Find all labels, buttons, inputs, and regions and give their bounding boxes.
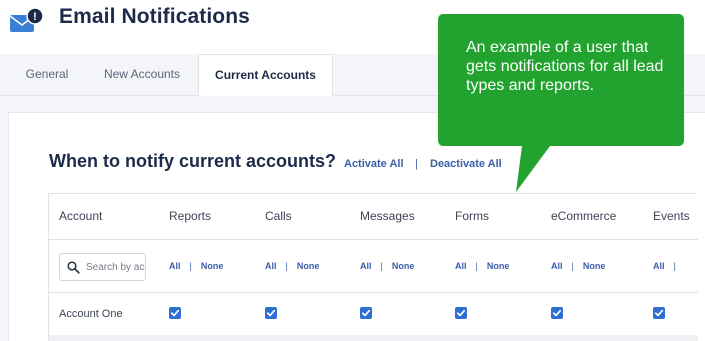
column-header-forms: Forms	[455, 209, 489, 223]
check-icon	[361, 309, 371, 317]
events-checkbox[interactable]	[653, 307, 665, 319]
forms-checkbox[interactable]	[455, 307, 467, 319]
messages-none-link[interactable]: None	[392, 261, 415, 271]
check-icon	[654, 309, 664, 317]
callout-text: An example of a user that gets notificat…	[466, 39, 664, 94]
link-separator: |	[415, 158, 418, 170]
toggle-separator: |	[673, 261, 676, 271]
column-header-events: Events	[653, 209, 690, 223]
column-header-calls: Calls	[265, 209, 292, 223]
ecommerce-none-link[interactable]: None	[583, 261, 606, 271]
table-row-account-name: Account One	[59, 308, 123, 320]
ecommerce-all-link[interactable]: All	[551, 261, 563, 271]
column-header-ecommerce: eCommerce	[551, 209, 617, 223]
check-icon	[456, 309, 466, 317]
column-header-account: Account	[59, 209, 103, 223]
section-title: When to notify current accounts?	[49, 151, 337, 171]
activate-all-link[interactable]: Activate All	[344, 158, 404, 170]
events-toggle: All |	[653, 261, 685, 271]
reports-checkbox[interactable]	[169, 307, 181, 319]
tab-current-accounts[interactable]: Current Accounts	[198, 54, 333, 97]
calls-checkbox[interactable]	[265, 307, 277, 319]
row-divider	[49, 239, 698, 240]
search-icon	[67, 261, 80, 274]
ecommerce-checkbox[interactable]	[551, 307, 563, 319]
reports-toggle: All | None	[169, 261, 223, 271]
toggle-separator: |	[475, 261, 478, 271]
table-bottom-strip	[49, 335, 698, 341]
column-header-reports: Reports	[169, 209, 212, 223]
calls-all-link[interactable]: All	[265, 261, 277, 271]
events-all-link[interactable]: All	[653, 261, 665, 271]
toggle-separator: |	[285, 261, 288, 271]
column-header-messages: Messages	[360, 209, 415, 223]
toggle-separator: |	[189, 261, 192, 271]
svg-text:!: !	[33, 11, 37, 23]
page-title: Email Notifications	[59, 5, 250, 28]
check-icon	[170, 309, 180, 317]
check-icon	[266, 309, 276, 317]
toggle-separator: |	[571, 261, 574, 271]
reports-all-link[interactable]: All	[169, 261, 181, 271]
tab-general[interactable]: General	[12, 54, 82, 96]
forms-none-link[interactable]: None	[487, 261, 510, 271]
tab-new-accounts[interactable]: New Accounts	[90, 54, 194, 96]
calls-none-link[interactable]: None	[297, 261, 320, 271]
forms-toggle: All | None	[455, 261, 509, 271]
messages-toggle: All | None	[360, 261, 414, 271]
calls-toggle: All | None	[265, 261, 319, 271]
messages-checkbox[interactable]	[360, 307, 372, 319]
account-search-box[interactable]	[59, 253, 146, 281]
check-icon	[552, 309, 562, 317]
reports-none-link[interactable]: None	[201, 261, 224, 271]
ecommerce-toggle: All | None	[551, 261, 605, 271]
mail-alert-icon: !	[9, 7, 44, 32]
messages-all-link[interactable]: All	[360, 261, 372, 271]
row-divider	[49, 292, 698, 293]
account-search-input[interactable]	[86, 254, 145, 280]
toggle-separator: |	[380, 261, 383, 271]
forms-all-link[interactable]: All	[455, 261, 467, 271]
notifications-table: Account Reports Calls Messages Forms eCo…	[48, 193, 698, 341]
